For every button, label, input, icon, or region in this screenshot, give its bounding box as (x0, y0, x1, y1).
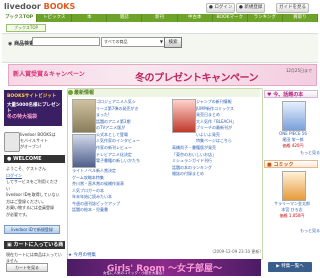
news-item[interactable]: 特集ページはこちら (196, 138, 260, 145)
news-item[interactable]: 人気作家のインタビュー (96, 138, 168, 145)
book-cover[interactable] (172, 99, 196, 133)
ranking-more-link[interactable]: もっと見る (300, 150, 320, 156)
mobile-site-link[interactable]: livedoor BOOKSは モバイルサイト がオープン! (20, 132, 64, 150)
ranking-header: ♥ 今、話題の本 (264, 90, 318, 98)
girls-room-subtitle: 女性に人気のコミック・小説を大集合！ (103, 271, 166, 275)
news-list: ジャンプの新刊情報 JUMP新作コミックス 発売日まとめ 大人気作「BLEACH… (196, 99, 260, 145)
promo-main-text: 冬のプレゼントキャンペーン (135, 73, 259, 84)
register-button[interactable]: ● 新規登録 (236, 3, 266, 13)
news-item[interactable]: 雑誌の付録まとめ (172, 171, 260, 178)
logo[interactable]: livedoor BOOKS (4, 2, 75, 11)
guide-button[interactable]: ガイドを見る (276, 3, 309, 13)
tab-used[interactable]: 中古本 (178, 14, 213, 22)
category-select[interactable]: すべての商品 ▼ (101, 37, 165, 47)
main-nav: ブックスTOP トピックス 本 雑誌 新刊 中古本 BOOKマーク ランキング … (2, 14, 318, 22)
news-list: 高橋尚子・書籍版が発売 「東京のおいしいお店」 ミシュランガイド刊行 話題の本の… (172, 145, 260, 178)
tab-buyback[interactable]: 買取り (283, 14, 318, 22)
mobile-phone-icon (4, 132, 20, 152)
login-button[interactable]: ● ログイン (206, 3, 236, 13)
cart-header: ▣ カートに入っている商品 (4, 241, 65, 256)
tab-top[interactable]: ブックスTOP (2, 14, 38, 22)
girls-room-banner[interactable]: Girls' Room ～女子部屋～ 女性に人気のコミック・小説を大集合！ (67, 259, 261, 276)
tab-books[interactable]: 本 (72, 14, 108, 22)
tab-bookmark[interactable]: BOOKマーク (213, 14, 248, 22)
tab-magazines[interactable]: 雑誌 (107, 14, 143, 22)
star-icon: ★ (68, 253, 73, 258)
comic-book-info: サラリーマン金太郎 本宮 ひろ志 価格 1,050円 (266, 201, 318, 219)
news-updated-date: （2009-12-09 23:10 更新） (210, 249, 264, 254)
book-cover[interactable] (72, 99, 96, 133)
register-id-button[interactable]: livedoor IDで新規登録 (4, 225, 60, 234)
tab-topics[interactable]: トピックス (37, 14, 73, 22)
ranking-book-price: 価格 420円 (282, 143, 304, 148)
subtab-top[interactable]: ブックスTOP (6, 24, 46, 32)
book-icon: ■ (267, 162, 272, 168)
feature-list-button[interactable]: ▶ 特集一覧へ (268, 262, 312, 272)
logo-main: livedoor (4, 2, 41, 11)
ranking-book-cover[interactable] (282, 101, 306, 131)
search-input[interactable] (32, 37, 100, 46)
comic-more-link[interactable]: もっと見る (300, 228, 320, 234)
heart-icon: ♥ (267, 92, 272, 98)
comic-book-cover[interactable] (282, 171, 306, 201)
news-list: ライトノベル新人賞決定 ゲーム攻略本特集 芥川賞・直木賞の候補作発表 人気ブロガ… (72, 168, 168, 214)
view-cart-button[interactable]: カートを見る (6, 263, 48, 272)
news-header: 最新情報 (68, 89, 260, 97)
news-list: 作家の新刊レビュー テレビアニメ化決定 電子書籍の新しいかたち (96, 145, 168, 165)
news-item[interactable]: 話題の絵本・児童書 (72, 207, 168, 214)
promo-banner[interactable]: 新人賞受賞＆キャンペーン 冬のプレゼントキャンペーン 12月25日まで (8, 64, 317, 86)
promo-left-text: 新人賞受賞＆キャンペーン (13, 71, 85, 78)
welcome-header: ● WELCOME (4, 155, 65, 163)
news-item[interactable]: 電子書籍の新しいかたち (96, 158, 168, 165)
news-list: ゴロジェアニメ人気シ リーズ第7弾の発売がき まった! 話題のアニメ第3期 のT… (96, 99, 168, 145)
promo-right-text: 12月25日まで (285, 68, 312, 73)
monthly-feature-header: ★ 今月の特集 (68, 253, 96, 258)
comic-book-price: 価格 1,050円 (279, 213, 305, 218)
leaf-icon (68, 90, 73, 95)
book-cover[interactable] (72, 134, 96, 168)
tab-ranking[interactable]: ランキング (248, 14, 283, 22)
magnifier-icon: ◉ (8, 41, 13, 47)
logo-books: BOOKS (43, 2, 76, 11)
login-link[interactable]: ログイン (6, 173, 22, 178)
welcome-text: ようこそ、ゲストさん ログイン してサービスをご利用ください livedoor … (6, 166, 60, 217)
search-button[interactable]: 検索 (164, 37, 182, 48)
sidebar-ad[interactable]: BOOKSサイトビジット 大量5000名様にプレゼント 冬の特大福袋 (4, 90, 62, 126)
search-label: ◉ 商品検索 (8, 41, 35, 47)
tab-new[interactable]: 新刊 (142, 14, 178, 22)
chevron-down-icon: ▼ (159, 39, 163, 44)
comic-header: ■ コミック (264, 160, 318, 168)
ranking-book-info: ONE PIECE 56 尾田 栄一郎 価格 420円 (268, 131, 318, 149)
